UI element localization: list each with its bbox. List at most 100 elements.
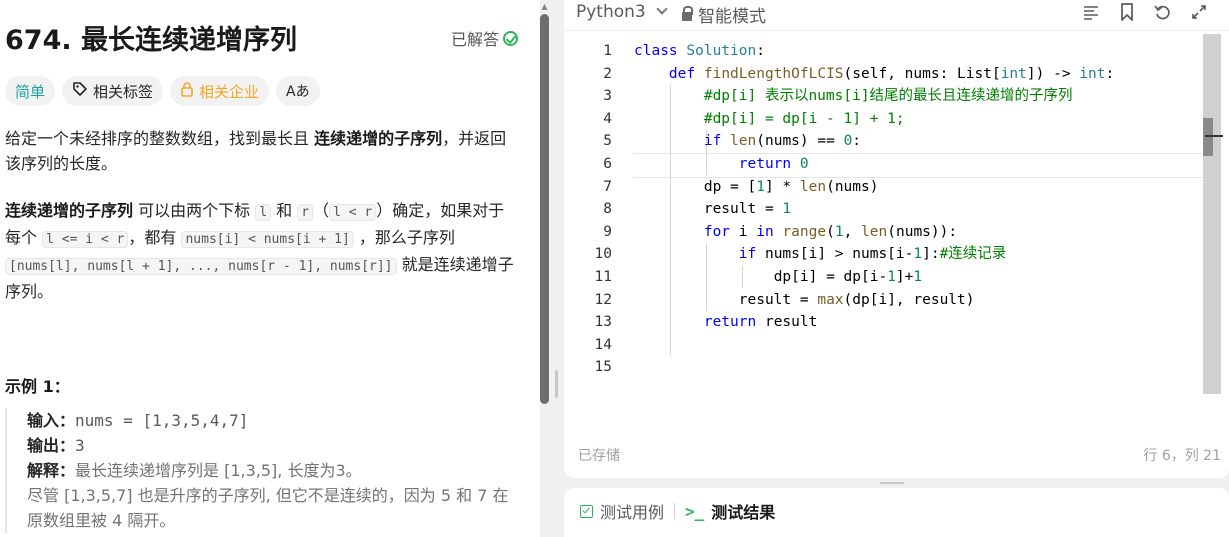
code-line-active: 6 return 0 bbox=[564, 152, 1204, 178]
lock-icon bbox=[682, 6, 693, 21]
code-token: (nums) == bbox=[756, 133, 844, 150]
tab-separator bbox=[674, 503, 676, 519]
code-token: if bbox=[738, 246, 757, 263]
code-line: 12 result = max(dp[i], result) bbox=[564, 289, 1204, 312]
example-output-label: 输出： bbox=[27, 436, 76, 455]
desc-text: ，那么子序列 bbox=[353, 228, 455, 247]
horizontal-resize-handle[interactable] bbox=[880, 482, 904, 484]
cursor-position: 行 6，列 21 bbox=[1143, 448, 1221, 464]
editor-toolbar: Python3 智能模式 bbox=[564, 0, 1229, 28]
code-token: : bbox=[756, 43, 765, 59]
code-token: (self, nums: bbox=[843, 65, 958, 82]
code-token: in bbox=[756, 223, 774, 240]
code-token: len bbox=[799, 178, 827, 195]
description-paragraph-1: 给定一个未经排序的整数数组，找到最长且 连续递增的子序列，并返回该序列的长度。 bbox=[5, 126, 520, 176]
problem-description: 给定一个未经排序的整数数组，找到最长且 连续递增的子序列，并返回该序列的长度。 … bbox=[5, 126, 520, 326]
code-token: dp = [ bbox=[703, 178, 757, 195]
line-number: 8 bbox=[603, 201, 612, 218]
format-icon[interactable] bbox=[1081, 2, 1101, 22]
line-number: 15 bbox=[594, 359, 612, 376]
example-explain-more: 尽管 [1,3,5,7] 也是升序的子序列, 但它不是连续的，因为 5 和 7 … bbox=[27, 486, 509, 530]
example-output-value: 3 bbox=[75, 436, 85, 455]
line-number: 3 bbox=[603, 88, 612, 105]
code-area[interactable]: 1 class Solution: 2 def findLengthOfLCIS(… bbox=[564, 40, 1204, 379]
language-label: Python3 bbox=[576, 2, 646, 22]
code-token: findLengthOfLCIS bbox=[703, 65, 844, 82]
code-token: (dp[i], result) bbox=[843, 291, 975, 308]
line-number: 2 bbox=[603, 65, 612, 82]
code-token: dp[i] = dp[i- bbox=[773, 268, 888, 285]
code-token: if bbox=[703, 133, 722, 150]
code-chip: nums[i] < nums[i + 1] bbox=[181, 231, 354, 248]
related-companies-button[interactable]: 相关企业 bbox=[170, 76, 270, 106]
desc-text: 和 bbox=[271, 201, 298, 220]
code-chip: l <= i < r bbox=[42, 231, 129, 248]
code-line: 5 if len(nums) == 0: bbox=[564, 130, 1204, 153]
solved-status: 已解答 bbox=[451, 26, 518, 50]
checkbox-icon bbox=[580, 504, 593, 518]
code-line: 4 #dp[i] = dp[i - 1] + 1; bbox=[564, 108, 1204, 131]
code-comment: #dp[i] 表示以nums[i]结尾的最长且连续递增的子序列 bbox=[703, 88, 1073, 105]
code-token: ]+ bbox=[895, 268, 914, 285]
code-token: (nums) bbox=[826, 178, 879, 195]
code-line: 1 class Solution: bbox=[564, 40, 1204, 63]
code-token: , bbox=[843, 223, 862, 240]
problem-panel: 674. 最长连续递增序列 已解答 简单 相关标签 相关企业 Aあ 给定一个未经… bbox=[0, 0, 552, 537]
code-token: (nums)): bbox=[887, 223, 958, 240]
tag-icon bbox=[72, 81, 88, 101]
code-token: ]) -> bbox=[1026, 65, 1080, 82]
lock-icon bbox=[180, 81, 194, 101]
code-token: result = bbox=[738, 291, 818, 308]
difficulty-tag[interactable]: 简单 bbox=[5, 76, 56, 106]
description-scrollbar[interactable] bbox=[540, 14, 549, 404]
description-paragraph-2: 连续递增的子序列 可以由两个下标 l 和 r （l < r ）确定，如果对于每个 l… bbox=[5, 198, 520, 304]
code-line: 11 dp[i] = dp[i-1]+1 bbox=[564, 266, 1204, 289]
code-line: 13 return result bbox=[564, 311, 1204, 334]
editor-scrollbar-thumb[interactable] bbox=[1203, 34, 1221, 394]
test-panel: 测试用例 >_ 测试结果 bbox=[564, 488, 1229, 537]
terminal-icon: >_ bbox=[685, 501, 705, 521]
translate-button[interactable]: Aあ bbox=[276, 76, 320, 106]
problem-title: 674. 最长连续递增序列 bbox=[5, 25, 298, 56]
code-token: max bbox=[817, 291, 844, 308]
code-token: range bbox=[782, 223, 827, 240]
difficulty-label: 简单 bbox=[15, 82, 46, 101]
desc-text: 给定一个未经排序的整数数组，找到最长且 bbox=[5, 129, 315, 148]
code-token: 1 bbox=[887, 268, 896, 285]
code-chip: l < r bbox=[329, 204, 377, 221]
tab-test-result-label: 测试结果 bbox=[711, 503, 776, 522]
expand-icon[interactable] bbox=[1189, 2, 1209, 22]
code-line: 10 if nums[i] > nums[i-1]:#连续记录 bbox=[564, 243, 1204, 266]
check-circle-icon bbox=[503, 30, 518, 46]
code-chip: r bbox=[297, 204, 314, 221]
code-line: 15 bbox=[564, 356, 1204, 379]
code-token: int bbox=[1000, 65, 1027, 82]
mode-selector[interactable]: 智能模式 bbox=[682, 2, 766, 27]
code-token: 0 bbox=[799, 155, 809, 172]
desc-text: （ bbox=[313, 201, 330, 220]
code-token: : bbox=[1105, 65, 1115, 82]
reset-icon[interactable] bbox=[1153, 2, 1173, 22]
tab-test-result[interactable]: >_ 测试结果 bbox=[685, 499, 775, 523]
code-token: len bbox=[861, 223, 888, 240]
language-selector[interactable]: Python3 bbox=[576, 2, 668, 22]
code-token: ] * bbox=[764, 178, 800, 195]
code-token: 1 bbox=[913, 246, 923, 263]
code-token: 0 bbox=[843, 133, 853, 150]
tab-testcase-label: 测试用例 bbox=[600, 503, 665, 522]
related-tags-button[interactable]: 相关标签 bbox=[62, 76, 164, 106]
code-comment: #连续记录 bbox=[939, 246, 1007, 263]
code-token: ( bbox=[826, 223, 835, 240]
code-token: 1 bbox=[756, 178, 765, 195]
bookmark-icon[interactable] bbox=[1117, 2, 1137, 22]
code-token: ]: bbox=[922, 246, 940, 263]
line-number: 1 bbox=[603, 43, 612, 59]
example-input-row: 输入：nums = [1,3,5,4,7] bbox=[27, 408, 520, 433]
tab-testcase[interactable]: 测试用例 bbox=[580, 499, 664, 523]
line-number: 10 bbox=[594, 246, 612, 263]
line-number: 7 bbox=[603, 178, 612, 195]
code-token: i bbox=[730, 223, 757, 240]
vertical-resize-handle[interactable] bbox=[555, 370, 558, 398]
scroll-up-arrow-icon[interactable]: ▲ bbox=[540, 2, 549, 12]
code-token: class bbox=[634, 43, 678, 59]
